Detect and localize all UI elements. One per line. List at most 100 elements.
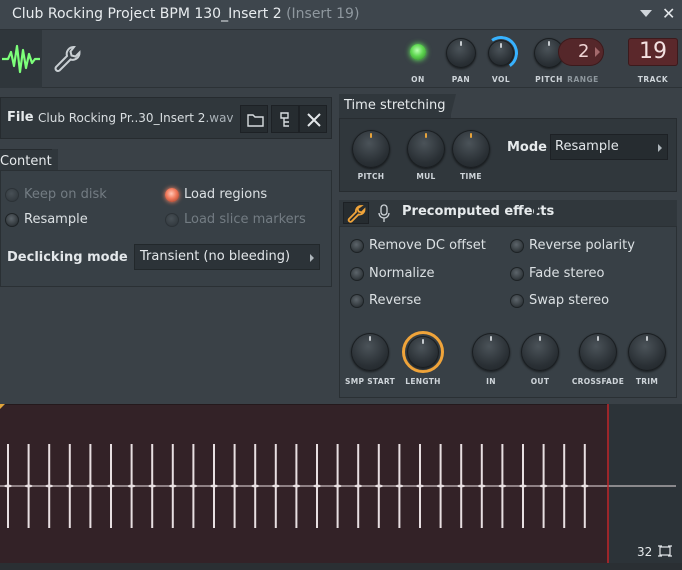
file-row: File Club Rocking Pr..30_Insert 2.wav: [0, 97, 332, 139]
in-knob[interactable]: [472, 333, 510, 371]
mode-value: Resample: [555, 139, 619, 154]
waveform-spikes: [3, 444, 590, 528]
waveform-spike-tail: [167, 484, 178, 488]
declicking-mode-select[interactable]: Transient (no bleeding): [134, 244, 320, 270]
waveform-spike-tail: [394, 484, 405, 488]
length-knob[interactable]: [407, 336, 439, 368]
waveform-spike-tail: [559, 484, 570, 488]
file-name-text: Club Rocking Pr..30_Insert 2: [38, 111, 206, 125]
waveform-spike-tail: [44, 484, 55, 488]
trim-label: TRIM: [635, 377, 659, 386]
length-label: LENGTH: [405, 377, 441, 386]
file-name: Club Rocking Pr..30_Insert 2.wav: [38, 111, 234, 125]
reverse-label: Reverse: [369, 293, 422, 308]
waveform-spike-tail: [188, 484, 199, 488]
pan-knob[interactable]: [446, 38, 476, 68]
tree-icon: [280, 112, 289, 127]
waveform-spike-tail: [373, 484, 384, 488]
normalize-label: Normalize: [369, 266, 435, 281]
vol-label: VOL: [491, 75, 511, 84]
range-value: 2: [578, 41, 590, 62]
normalize-radio[interactable]: [350, 267, 364, 281]
waveform-spike-tail: [456, 484, 467, 488]
browse-tree-button[interactable]: [271, 105, 299, 133]
waveform-spike-tail: [415, 484, 425, 488]
declicking-mode-value: Transient (no bleeding): [140, 249, 291, 264]
waveform-spike-tail: [147, 484, 158, 488]
waveform-tab-button[interactable]: [0, 30, 42, 88]
on-led-button[interactable]: [410, 44, 426, 60]
smp-start-knob[interactable]: [351, 333, 389, 371]
content-tab-label: Content: [0, 154, 52, 169]
swap-stereo-label: Swap stereo: [529, 293, 610, 308]
ts-mul-knob[interactable]: [407, 130, 445, 168]
menu-arrow-icon[interactable]: [640, 10, 652, 17]
track-value: 19: [639, 39, 667, 64]
declicking-mode-label: Declicking mode: [7, 250, 128, 265]
waveform-spike-tail: [3, 484, 13, 488]
load-regions-label: Load regions: [184, 187, 268, 202]
open-folder-button[interactable]: [240, 105, 268, 133]
clear-file-button[interactable]: [299, 105, 327, 133]
waveform-scrollbar[interactable]: [0, 563, 682, 570]
load-regions-radio[interactable]: [165, 188, 179, 202]
file-ext: .wav: [205, 111, 234, 125]
reverse-polarity-radio[interactable]: [510, 239, 524, 253]
waveform-spike-tail: [497, 484, 508, 488]
chevron-right-icon: [310, 254, 314, 262]
waveform-spike-tail: [579, 484, 590, 488]
waveform-spike-tail: [518, 484, 528, 488]
range-label: RANGE: [567, 75, 599, 84]
out-knob[interactable]: [521, 333, 559, 371]
keep-on-disk-radio[interactable]: [5, 188, 19, 202]
content-tab-edge: [52, 149, 58, 171]
fade-stereo-label: Fade stereo: [529, 266, 605, 281]
window-subtitle: (Insert 19): [286, 6, 360, 22]
precomputed-wrench-button[interactable]: [343, 202, 369, 224]
waveform-spike-tail: [85, 484, 96, 488]
remove-dc-radio[interactable]: [350, 239, 364, 253]
wrench-icon: [54, 46, 81, 72]
remove-dc-label: Remove DC offset: [369, 238, 486, 253]
wrench-tab-button[interactable]: [50, 42, 84, 76]
loop-icon: [658, 545, 673, 557]
left-panel: File Club Rocking Pr..30_Insert 2.wav Co…: [0, 97, 332, 287]
resample-label: Resample: [24, 212, 88, 227]
swap-stereo-radio[interactable]: [510, 294, 524, 308]
close-icon[interactable]: ✕: [662, 4, 675, 23]
start-marker-icon[interactable]: [0, 404, 5, 409]
slice-count[interactable]: 32: [637, 545, 673, 559]
waveform-spike-tail: [64, 484, 75, 488]
crossfade-knob[interactable]: [579, 333, 617, 371]
mic-icon[interactable]: [378, 204, 390, 222]
waveform-spike-tail: [312, 484, 322, 488]
title-bar: Club Rocking Project BPM 130_Insert 2 (I…: [0, 0, 682, 30]
waveform-spike-tail: [209, 484, 219, 488]
close-icon: [307, 113, 321, 127]
trim-knob[interactable]: [628, 333, 666, 371]
content-tab: Content: [0, 149, 58, 171]
waveform-spike-tail: [250, 484, 261, 488]
waveform-spike-tail: [106, 484, 116, 488]
load-slice-markers-radio[interactable]: [165, 213, 179, 227]
load-slice-markers-label: Load slice markers: [184, 212, 306, 227]
mode-select[interactable]: Resample: [550, 134, 668, 160]
precomputed-tab-edge: [534, 200, 540, 226]
waveform-display: [0, 404, 676, 564]
ts-time-knob[interactable]: [452, 130, 490, 168]
chevron-right-icon: [658, 144, 662, 152]
waveform-spike-tail: [353, 484, 364, 488]
track-label: TRACK: [637, 75, 669, 84]
time-stretching-tab: Time stretching: [339, 94, 451, 118]
range-chevron-icon: [595, 47, 600, 57]
reverse-radio[interactable]: [350, 294, 364, 308]
window-title-text: Club Rocking Project BPM 130_Insert 2: [12, 6, 282, 22]
waveform-spike-tail: [332, 484, 343, 488]
resample-radio[interactable]: [5, 213, 19, 227]
ts-pitch-knob[interactable]: [352, 130, 390, 168]
fade-stereo-radio[interactable]: [510, 267, 524, 281]
ts-time-label: TIME: [460, 172, 482, 181]
waveform-spike-tail: [476, 484, 487, 488]
keep-on-disk-label: Keep on disk: [24, 187, 107, 202]
waveform-spike-tail: [538, 484, 549, 488]
